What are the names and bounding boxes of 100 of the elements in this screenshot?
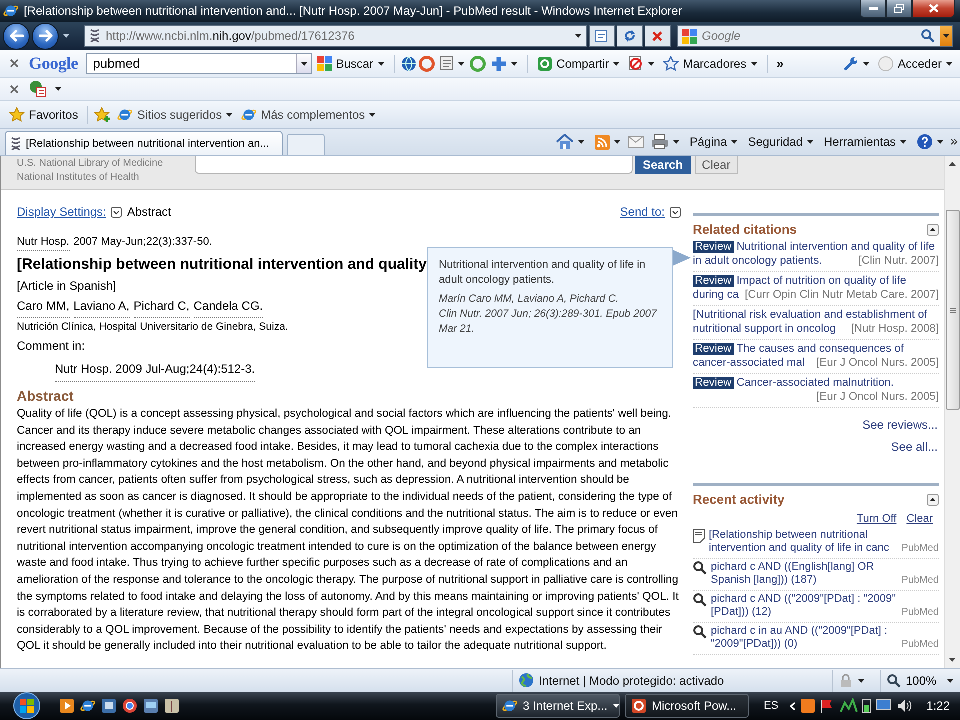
command-menu[interactable]: Página [686, 131, 742, 153]
activity-link[interactable]: pichard c AND (("2009"[PDat] : "2009"[PDat])) (12) [711, 593, 898, 619]
caret-icon [731, 140, 738, 144]
clock: 1:22 [926, 699, 950, 713]
window-icon[interactable] [101, 698, 117, 714]
favorites-link[interactable]: Más complementos [238, 104, 380, 126]
tray-icon[interactable] [800, 698, 816, 714]
query-field[interactable]: pubmed [93, 56, 296, 71]
refresh-button[interactable] [617, 25, 643, 47]
language-indicator: ES [764, 700, 779, 712]
book-icon[interactable] [164, 698, 180, 714]
chevron-left-icon[interactable] [790, 702, 796, 710]
author-link[interactable]: Candela CG. [194, 296, 264, 318]
dropdown-icon[interactable] [670, 206, 681, 218]
browser-icon[interactable] [80, 698, 96, 714]
restore-button[interactable] [886, 0, 912, 18]
speaker-icon[interactable] [896, 698, 912, 714]
author-link[interactable]: Caro MM, [17, 296, 70, 318]
comment-link[interactable]: Nutr Hosp. 2009 Jul-Aug;24(4):512-3. [55, 357, 256, 382]
globe-icon [519, 673, 534, 688]
sign-in-button[interactable]: Acceder [874, 52, 956, 74]
address-field[interactable]: http://www.ncbi.nlm.nih.gov/pubmed/17612376 [84, 25, 587, 47]
slides-icon [630, 698, 647, 714]
battery-icon[interactable] [862, 698, 872, 714]
query-box[interactable]: pubmed [86, 53, 312, 74]
dropdown-icon[interactable] [111, 206, 122, 218]
activity-action-link[interactable]: Turn Off [856, 511, 897, 527]
play-icon[interactable] [59, 698, 75, 714]
related-citation[interactable]: Review Impact of nutrition on quality of life during ca [Curr Opin Clin Nutr Metab Care. 2007] [693, 272, 939, 306]
section-heading: Related citations [693, 221, 798, 238]
avatar-icon [878, 56, 894, 72]
logo-icon[interactable] [317, 56, 332, 71]
command-menu[interactable]: Herramientas [820, 131, 910, 153]
author-link[interactable]: Pichard C, [134, 296, 190, 318]
browser-tab[interactable]: [Relationship between nutritional intervention an... [5, 131, 283, 155]
logo-icon[interactable] [682, 28, 697, 44]
mail-icon[interactable] [628, 136, 644, 148]
ring-icon[interactable] [122, 698, 138, 714]
close-button[interactable] [912, 0, 955, 18]
dropdown-button[interactable] [940, 26, 952, 46]
dropdown-button[interactable] [296, 54, 312, 73]
command-menu[interactable]: Seguridad [745, 131, 817, 153]
review-badge: Review [693, 343, 734, 355]
journal-link[interactable]: Nutr Hosp. [17, 234, 70, 251]
caret-icon [612, 704, 620, 708]
close-icon[interactable] [10, 84, 19, 94]
search-field[interactable]: Google [702, 29, 916, 43]
globe-icon[interactable] [400, 56, 417, 72]
display-settings-link[interactable]: Display Settings: [17, 205, 106, 219]
caret-icon [226, 112, 234, 116]
organization-name: National Institutes of Health [17, 171, 140, 185]
clear-button[interactable]: Clear [695, 156, 738, 174]
back-button[interactable] [3, 22, 30, 50]
send-to-link[interactable]: Send to: [620, 205, 665, 219]
search-button[interactable]: Buscar [314, 52, 388, 74]
activity-link[interactable]: pichard c AND ((English[lang] OR Spanish [lang])) (187) [711, 561, 898, 587]
more-button[interactable]: » [774, 52, 787, 74]
share-button[interactable]: Compartir [534, 52, 624, 74]
search-icon[interactable] [921, 29, 935, 43]
related-citation[interactable]: Review Cancer-associated malnutrition. [Eur J Oncol Nurs. 2005] [693, 374, 939, 408]
activity-action-link[interactable]: Clear [906, 511, 933, 527]
author-link[interactable]: Laviano A, [74, 296, 130, 318]
caret-icon [937, 140, 944, 144]
scrollbar[interactable] [944, 156, 960, 668]
related-citation[interactable]: Review Nutritional intervention and quality of life in adult oncology patients. [Clin Nutr. 2007] [693, 238, 939, 272]
collapse-icon[interactable] [927, 224, 939, 236]
related-citation[interactable]: [Nutritional risk evaluation and establishment of nutritional support in oncolog [Nutr Hosp. 2008] [693, 306, 939, 340]
favorites-button[interactable]: Favoritos [6, 104, 82, 126]
bookmarks-button[interactable]: Marcadores [660, 52, 761, 74]
chevron-icon[interactable] [951, 139, 958, 145]
more-link[interactable]: See reviews... [862, 418, 938, 432]
search-field[interactable] [195, 156, 633, 174]
review-badge: Review [693, 275, 734, 287]
arrow-left-icon [10, 30, 24, 42]
compatibility-button[interactable] [589, 25, 615, 47]
globe-page-icon[interactable] [29, 80, 47, 98]
network-icon[interactable] [840, 698, 858, 714]
comment-label: Comment in: [17, 338, 86, 355]
related-citation[interactable]: Review The causes and consequences of cancer-associated mal [Eur J Oncol Nurs. 2005] [693, 340, 939, 374]
add-favorite-icon[interactable] [94, 106, 112, 122]
taskbar-button[interactable]: 3 Internet Exp... [496, 694, 620, 718]
scroll-thumb[interactable] [946, 210, 960, 410]
scroll-up-icon[interactable] [949, 162, 956, 166]
collapse-icon[interactable] [927, 494, 939, 506]
close-icon [928, 4, 938, 13]
minimize-button[interactable] [860, 0, 886, 18]
monitor-icon[interactable] [143, 698, 159, 714]
more-link[interactable]: See all... [891, 440, 938, 454]
review-badge: Review [693, 241, 734, 253]
close-icon[interactable] [10, 59, 19, 68]
journal-label: [Nutr Hosp. 2008] [851, 322, 939, 336]
taskbar-button[interactable]: Microsoft Pow... [624, 694, 749, 718]
stop-button[interactable] [645, 25, 671, 47]
search-button[interactable]: Search [635, 156, 692, 174]
search-box[interactable]: Google [677, 25, 953, 47]
forward-button[interactable] [32, 22, 59, 50]
favorites-link[interactable]: Sitios sugeridos [114, 104, 236, 126]
source-label: PubMed [902, 574, 939, 587]
activity-link[interactable]: pichard c in au AND (("2009"[PDat] : "2009"[PDat])) (0) [711, 625, 898, 651]
activity-link[interactable]: [Relationship between nutritional intervention and quality of life in canc [709, 529, 898, 555]
